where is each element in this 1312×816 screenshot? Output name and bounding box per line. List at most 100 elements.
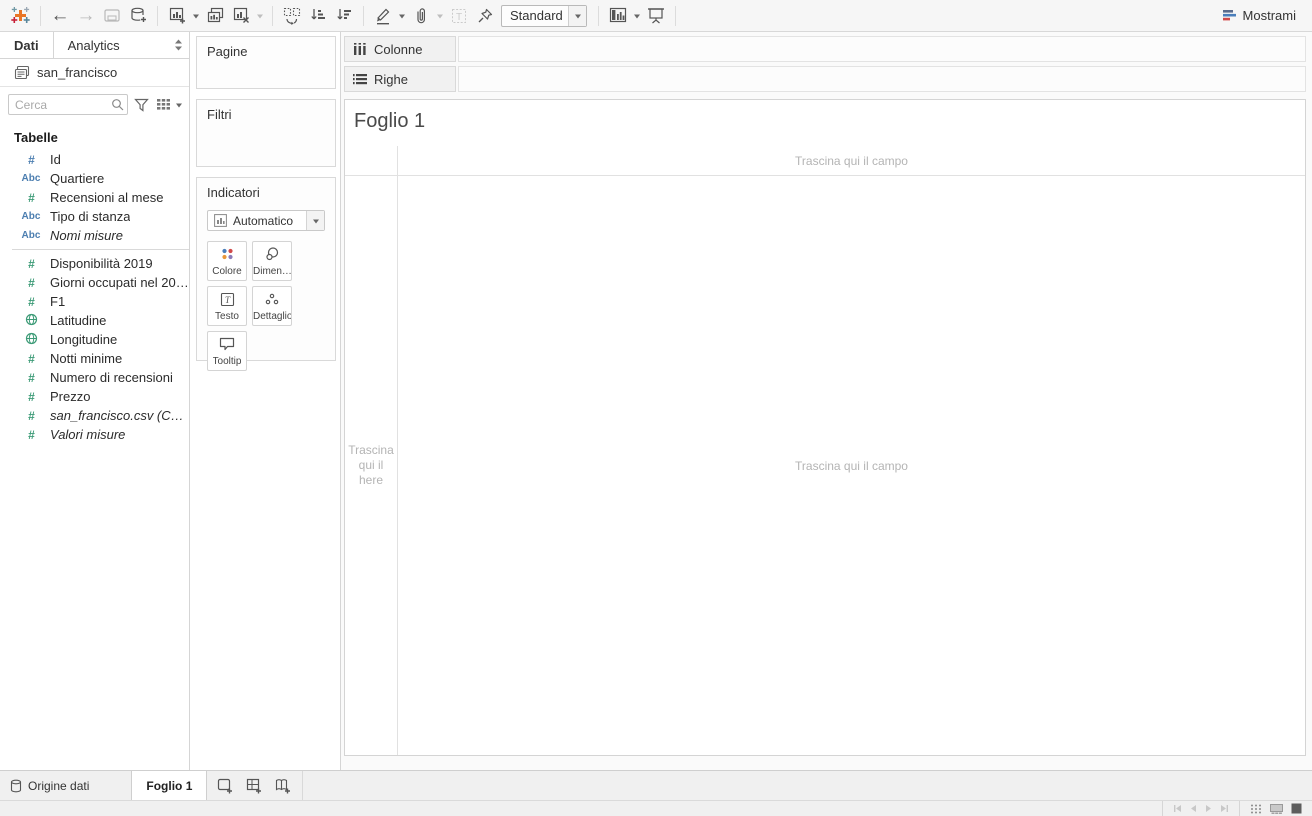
tableau-logo[interactable]	[8, 3, 33, 29]
detail-button[interactable]: Dettaglio	[252, 286, 292, 326]
sheet-title[interactable]: Foglio 1	[345, 100, 1305, 146]
field-latitudine[interactable]: Latitudine	[0, 311, 189, 330]
pane-tabs: Dati Analytics	[0, 32, 189, 59]
rows-shelf-dropzone[interactable]	[458, 66, 1306, 92]
highlight-button[interactable]	[371, 3, 395, 29]
new-worksheet-caret[interactable]	[191, 12, 201, 20]
size-button[interactable]: Dimen…	[252, 241, 292, 281]
tab-data[interactable]: Dati	[0, 32, 54, 58]
new-worksheet-tab-button[interactable]	[211, 771, 240, 800]
toolbar-separator	[157, 5, 158, 26]
marks-card-title: Indicatori	[207, 185, 260, 200]
mark-type-caret[interactable]	[306, 211, 324, 230]
field-prezzo[interactable]: # Prezzo	[0, 387, 189, 406]
field-notti-minime[interactable]: # Notti minime	[0, 349, 189, 368]
show-mark-labels-button[interactable]: T	[447, 3, 471, 29]
previous-sheet-button[interactable]	[1190, 804, 1197, 813]
pane-expander-icon[interactable]	[168, 32, 189, 58]
field-longitudine[interactable]: Longitudine	[0, 330, 189, 349]
field-nomi-misure[interactable]: Abc Nomi misure	[0, 226, 189, 245]
fix-axes-button[interactable]	[473, 3, 497, 29]
top-dropzone[interactable]: Trascina qui il campo	[398, 146, 1305, 176]
number-icon: #	[28, 275, 35, 290]
chevron-down-icon	[437, 14, 443, 18]
field-label: Prezzo	[50, 389, 91, 404]
show-me-button[interactable]: Mostrami	[1222, 8, 1304, 23]
new-worksheet-button[interactable]	[165, 3, 189, 29]
sort-descending-button[interactable]	[332, 3, 356, 29]
field-label: Giorni occupati nel 2018	[50, 275, 189, 290]
fit-dropdown-button[interactable]	[568, 5, 586, 26]
field-disponibilita-2019[interactable]: # Disponibilità 2019	[0, 254, 189, 273]
field-numero-di-recensioni[interactable]: # Numero di recensioni	[0, 368, 189, 387]
tooltip-button[interactable]: Tooltip	[207, 331, 247, 371]
field-label: Tipo di stanza	[50, 209, 131, 224]
columns-shelf-label: Colonne	[344, 36, 456, 62]
new-datasource-button[interactable]	[126, 3, 150, 29]
clear-sheet-caret[interactable]	[255, 12, 265, 20]
field-list: Tabelle # Id Abc Quartiere # Recensioni …	[0, 122, 189, 770]
left-dropzone-text: Trascina qui il here	[348, 443, 394, 487]
new-datasource-icon	[130, 7, 146, 22]
chevron-down-icon	[312, 219, 319, 223]
funnel-icon	[134, 98, 149, 112]
field-recensioni-al-mese[interactable]: # Recensioni al mese	[0, 188, 189, 207]
first-sheet-button[interactable]	[1173, 804, 1182, 813]
view-options-button[interactable]	[155, 97, 184, 112]
grid-view-icon	[157, 99, 170, 110]
duplicate-sheet-button[interactable]	[203, 3, 227, 29]
save-button[interactable]	[100, 3, 124, 29]
tab-analytics[interactable]: Analytics	[54, 32, 134, 58]
group-members-caret[interactable]	[435, 12, 445, 20]
sheet-tabs-view-button[interactable]	[1291, 803, 1302, 814]
group-members-button[interactable]	[409, 3, 433, 29]
next-sheet-button[interactable]	[1205, 804, 1212, 813]
field-tipo-di-stanza[interactable]: Abc Tipo di stanza	[0, 207, 189, 226]
sheet-sorter-view-button[interactable]	[1250, 804, 1262, 814]
presentation-mode-button[interactable]	[644, 3, 668, 29]
show-me-icon	[1222, 10, 1236, 21]
clear-sheet-button[interactable]	[229, 3, 253, 29]
show-hide-cards-button[interactable]	[606, 3, 630, 29]
field-giorni-occupati[interactable]: # Giorni occupati nel 2018	[0, 273, 189, 292]
search-input[interactable]	[8, 94, 128, 115]
sort-ascending-button[interactable]	[306, 3, 330, 29]
new-dashboard-button[interactable]	[240, 771, 269, 800]
field-quartiere[interactable]: Abc Quartiere	[0, 169, 189, 188]
datasource-item[interactable]: san_francisco	[0, 59, 189, 87]
mark-type-dropdown[interactable]: Automatico	[207, 210, 325, 231]
datasource-tab[interactable]: Origine dati	[0, 771, 103, 800]
text-button[interactable]: T Testo	[207, 286, 247, 326]
dimension-measure-separator	[12, 249, 189, 250]
swap-axes-button[interactable]	[280, 3, 304, 29]
new-story-button[interactable]	[269, 771, 298, 800]
datasource-tab-label: Origine dati	[28, 778, 90, 793]
last-sheet-button[interactable]	[1220, 804, 1229, 813]
number-icon: #	[28, 389, 35, 404]
next-icon	[1206, 805, 1211, 812]
filters-card[interactable]: Filtri	[196, 99, 336, 167]
undo-button[interactable]: ←	[48, 3, 72, 29]
highlight-caret[interactable]	[397, 12, 407, 20]
new-worksheet-icon	[169, 7, 185, 24]
tooltip-button-label: Tooltip	[212, 356, 242, 367]
toolbar-separator	[363, 5, 364, 26]
left-dropzone[interactable]: Trascina qui il here	[345, 176, 398, 755]
filter-fields-button[interactable]	[133, 97, 150, 113]
field-f1[interactable]: # F1	[0, 292, 189, 311]
filmstrip-view-button[interactable]	[1270, 803, 1283, 814]
sheet-tab-foglio-1[interactable]: Foglio 1	[131, 771, 208, 801]
field-valori-misure[interactable]: # Valori misure	[0, 425, 189, 444]
columns-shelf-dropzone[interactable]	[458, 36, 1306, 62]
toolbar-separator	[598, 5, 599, 26]
pages-card-title: Pagine	[207, 44, 248, 59]
center-dropzone[interactable]: Trascina qui il campo	[398, 176, 1305, 755]
redo-button[interactable]: →	[74, 3, 98, 29]
field-id[interactable]: # Id	[0, 150, 189, 169]
show-hide-cards-caret[interactable]	[632, 12, 642, 20]
fit-dropdown[interactable]: Standard	[501, 4, 587, 27]
size-icon	[264, 242, 280, 266]
color-button[interactable]: Colore	[207, 241, 247, 281]
pages-card[interactable]: Pagine	[196, 36, 336, 89]
field-count-san-francisco[interactable]: # san_francisco.csv (Conteg…	[0, 406, 189, 425]
